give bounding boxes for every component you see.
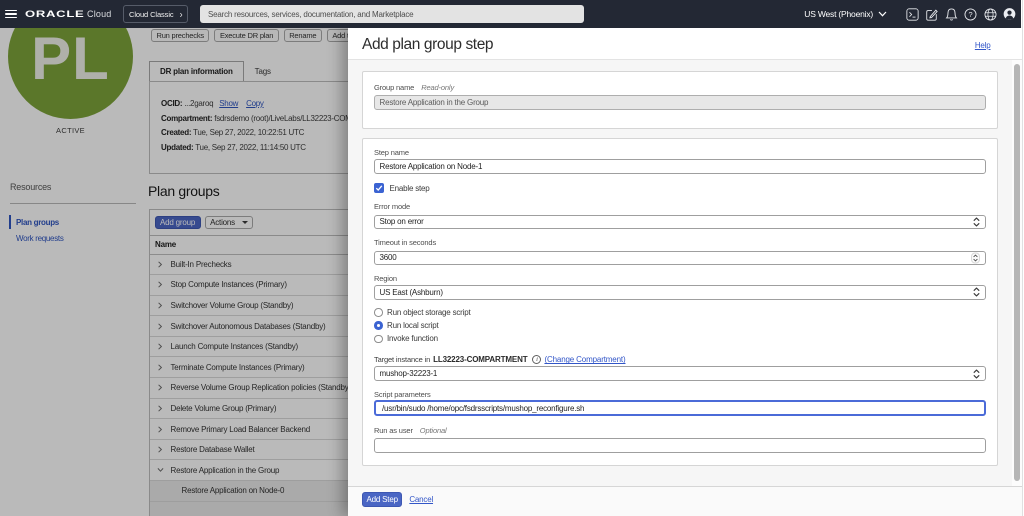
chevron-down-icon — [878, 11, 887, 17]
oracle-cloud-logo[interactable]: ORACLE Cloud — [25, 0, 111, 28]
script-parameters-label: Script parameters — [374, 389, 431, 399]
step-name-label: Step name — [374, 148, 409, 157]
notifications-bell-icon[interactable] — [945, 0, 958, 28]
help-icon[interactable]: ? — [964, 0, 977, 28]
cancel-link[interactable]: Cancel — [409, 495, 433, 504]
user-avatar-icon[interactable] — [1003, 0, 1016, 28]
step-details-section: Step name Enable step Error mode Stop on… — [362, 138, 998, 466]
enable-step-label: Enable step — [389, 183, 430, 193]
cloud-wordmark: Cloud — [87, 9, 112, 19]
top-navigation-bar: ORACLE Cloud Cloud Classic › US West (Ph… — [0, 0, 1021, 28]
error-mode-select[interactable]: Stop on error — [374, 214, 986, 229]
invoke-function-option[interactable]: Invoke function — [374, 334, 986, 344]
compartment-name: LL32223-COMPARTMENT — [433, 355, 528, 365]
optional-hint: Optional — [419, 425, 447, 435]
cloud-classic-button[interactable]: Cloud Classic › — [123, 5, 189, 23]
panel-scrollbar-thumb[interactable] — [1014, 64, 1020, 481]
add-plan-group-step-panel: Add plan group step Help Group name Read-… — [348, 28, 1022, 516]
info-icon[interactable]: i — [532, 355, 542, 365]
panel-scrollbar[interactable] — [1011, 60, 1022, 486]
script-type-radio-group: Run object storage script Run local scri… — [374, 308, 986, 344]
panel-title: Add plan group step — [362, 36, 494, 53]
run-local-script-option[interactable]: Run local script — [374, 321, 986, 331]
add-step-button[interactable]: Add Step — [362, 492, 403, 507]
run-as-user-label: Run as user Optional — [374, 425, 447, 435]
run-as-user-input[interactable] — [374, 438, 986, 453]
select-stepper-icon — [973, 217, 980, 227]
radio-on-icon[interactable] — [374, 321, 383, 330]
enable-step-row: Enable step — [374, 183, 986, 193]
hamburger-menu-icon[interactable] — [5, 9, 17, 19]
timeout-label: Timeout in seconds — [374, 237, 437, 247]
chevron-right-icon: › — [179, 8, 183, 20]
language-globe-icon[interactable] — [984, 0, 997, 28]
region-selector[interactable]: US West (Phoenix) — [804, 9, 887, 19]
oci-console: PL ACTIVE Resources Plan groups Work req… — [0, 0, 1024, 516]
enable-step-checkbox[interactable] — [374, 183, 384, 193]
select-stepper-icon — [973, 287, 980, 297]
panel-header: Add plan group step Help — [348, 28, 1022, 60]
svg-text:?: ? — [968, 10, 972, 19]
script-parameters-input[interactable] — [374, 400, 986, 417]
group-name-label: Group name Read-only — [374, 82, 455, 92]
help-link[interactable]: Help — [975, 41, 991, 50]
timeout-input[interactable]: 3600 — [374, 250, 986, 265]
panel-body: Group nameRead-only Step name Enable ste… — [348, 60, 1012, 486]
panel-footer: Add Step Cancel — [348, 486, 1022, 516]
target-instance-select[interactable]: mushop-32223-1 — [374, 366, 986, 381]
group-name-section: Group name Read-only — [362, 70, 998, 129]
run-object-storage-script-option[interactable]: Run object storage script — [374, 308, 986, 318]
region-label: Region — [374, 273, 397, 283]
read-only-hint: Read-only — [421, 82, 455, 92]
error-mode-label: Error mode — [374, 202, 411, 211]
cloud-shell-icon[interactable] — [905, 0, 919, 28]
region-select[interactable]: US East (Ashburn) — [374, 285, 986, 300]
group-name-input — [374, 94, 986, 110]
target-instance-label: Target instance in LL32223-COMPARTMENT i… — [374, 355, 626, 365]
select-stepper-icon — [973, 369, 980, 379]
change-compartment-link[interactable]: (Change Compartment) — [544, 355, 625, 364]
radio-off-icon[interactable] — [374, 334, 383, 344]
oracle-wordmark: ORACLE — [25, 9, 85, 19]
number-spinner-icon[interactable] — [971, 252, 980, 264]
edit-annotate-icon[interactable] — [925, 0, 938, 28]
global-search-input[interactable] — [200, 5, 584, 23]
radio-off-icon[interactable] — [374, 308, 383, 317]
step-name-input[interactable] — [374, 159, 986, 174]
